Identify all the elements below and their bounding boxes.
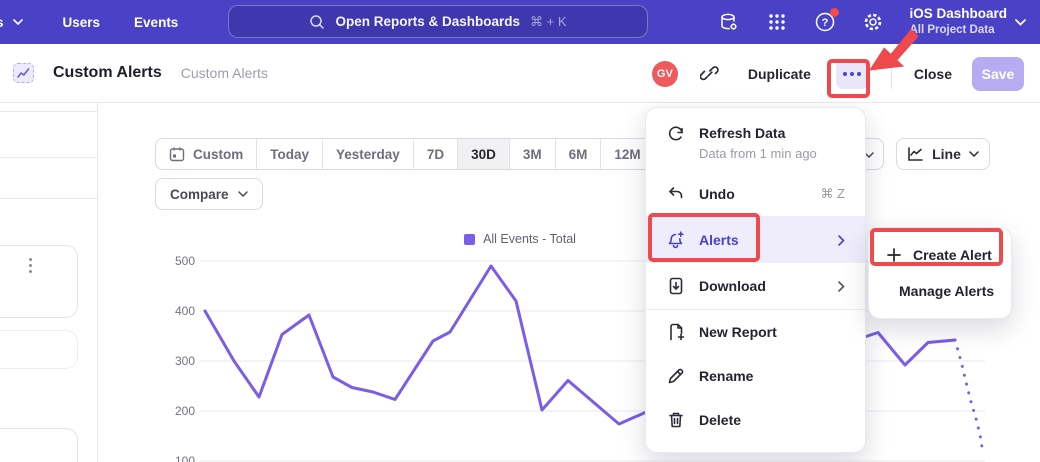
- panel-card[interactable]: [0, 330, 78, 369]
- calendar-icon: [169, 146, 185, 162]
- svg-text:?: ?: [822, 17, 829, 29]
- data-management-icon[interactable]: [717, 10, 741, 34]
- line-chart-icon: [907, 147, 924, 162]
- submenu-chevron-icon: [838, 281, 845, 292]
- chevron-down-icon: [238, 191, 248, 197]
- new-report-icon: [666, 323, 685, 341]
- top-navbar: s Users Events Open Reports & Dashboards…: [0, 0, 1040, 44]
- date-range-today[interactable]: Today: [257, 139, 323, 169]
- chart-type-button[interactable]: Line: [896, 138, 990, 170]
- y-axis-tick: 400: [155, 304, 195, 318]
- search-icon: [309, 14, 325, 30]
- date-range-3m[interactable]: 3M: [510, 139, 556, 169]
- app-window: 500 400 300 200 100 All Events - Total s…: [0, 0, 1040, 462]
- global-search-input[interactable]: Open Reports & Dashboards ⌘ + K: [228, 5, 648, 38]
- download-icon: [666, 277, 685, 295]
- project-chevron-icon[interactable]: [1015, 19, 1026, 26]
- duplicate-button[interactable]: Duplicate: [748, 66, 811, 82]
- breadcrumb: Custom Alerts: [181, 65, 268, 81]
- panel-divider: [0, 111, 97, 112]
- y-axis-tick: 300: [155, 354, 195, 368]
- chevron-down-icon: [13, 19, 23, 25]
- alerts-submenu: Create Alert Manage Alerts: [868, 227, 1012, 319]
- settings-gear-icon[interactable]: [861, 10, 885, 34]
- undo-icon: [666, 185, 685, 203]
- menu-item-undo[interactable]: Undo ⌘ Z: [646, 172, 865, 216]
- date-range-6m[interactable]: 6M: [556, 139, 602, 169]
- legend-swatch: [464, 234, 475, 245]
- menu-item-delete[interactable]: Delete: [646, 398, 865, 442]
- y-axis-tick: 200: [155, 404, 195, 418]
- menu-item-new-report[interactable]: New Report: [646, 310, 865, 354]
- header-divider: [891, 59, 892, 89]
- date-range-30d[interactable]: 30D: [458, 139, 510, 169]
- refresh-sublabel: Data from 1 min ago: [699, 146, 817, 161]
- project-name: iOS Dashboard: [909, 6, 1007, 23]
- search-placeholder: Open Reports & Dashboards: [335, 14, 520, 29]
- nav-item-users[interactable]: Users: [63, 15, 101, 30]
- project-selector[interactable]: iOS Dashboard All Project Data: [909, 6, 1007, 37]
- save-button[interactable]: Save: [972, 57, 1024, 91]
- pencil-icon: [666, 367, 685, 385]
- nav-item-truncated[interactable]: s: [0, 15, 23, 30]
- y-axis-tick: 500: [155, 254, 195, 268]
- report-type-icon: [13, 63, 34, 83]
- submenu-item-create-alert[interactable]: Create Alert: [869, 237, 1011, 273]
- panel-divider: [0, 157, 97, 158]
- plus-icon: [887, 248, 901, 262]
- legend-label: All Events - Total: [483, 232, 576, 246]
- page-title: Custom Alerts: [53, 64, 162, 82]
- apps-grid-icon[interactable]: [765, 10, 789, 34]
- report-header: Custom Alerts Custom Alerts GV Duplicate…: [0, 44, 1040, 103]
- menu-item-rename[interactable]: Rename: [646, 354, 865, 398]
- date-range-7d[interactable]: 7D: [414, 139, 458, 169]
- y-axis-tick: 100: [155, 454, 195, 462]
- nav-item-events[interactable]: Events: [134, 15, 178, 30]
- compare-button[interactable]: Compare: [155, 178, 263, 210]
- more-options-menu: Refresh Data Data from 1 min ago Undo ⌘ …: [645, 107, 866, 453]
- chevron-down-icon: [969, 151, 979, 157]
- menu-item-refresh-data[interactable]: Refresh Data Data from 1 min ago: [646, 118, 865, 172]
- avatar[interactable]: GV: [652, 61, 678, 87]
- panel-card[interactable]: [0, 245, 78, 318]
- date-range-yesterday[interactable]: Yesterday: [323, 139, 414, 169]
- left-panel: [0, 103, 98, 462]
- date-range-control: Custom Today Yesterday 7D 30D 3M 6M 12M: [155, 138, 655, 170]
- submenu-item-manage-alerts[interactable]: Manage Alerts: [869, 273, 1011, 309]
- trash-icon: [666, 411, 685, 429]
- alert-bell-icon: [666, 231, 685, 250]
- close-button[interactable]: Close: [914, 66, 952, 82]
- copy-link-icon[interactable]: [700, 64, 720, 84]
- submenu-chevron-icon: [838, 235, 845, 246]
- refresh-icon: [666, 125, 685, 143]
- panel-divider: [0, 198, 97, 199]
- menu-item-alerts[interactable]: Alerts: [646, 217, 865, 263]
- menu-item-download[interactable]: Download: [646, 263, 865, 309]
- date-range-custom[interactable]: Custom: [156, 139, 257, 169]
- undo-shortcut: ⌘ Z: [820, 186, 845, 202]
- kebab-menu-icon[interactable]: [29, 258, 32, 273]
- notification-dot: [830, 8, 839, 17]
- more-options-button[interactable]: [836, 59, 869, 89]
- panel-card[interactable]: [0, 428, 78, 462]
- project-scope: All Project Data: [909, 23, 994, 37]
- search-shortcut: ⌘ + K: [530, 14, 567, 30]
- help-icon[interactable]: ?: [813, 10, 837, 34]
